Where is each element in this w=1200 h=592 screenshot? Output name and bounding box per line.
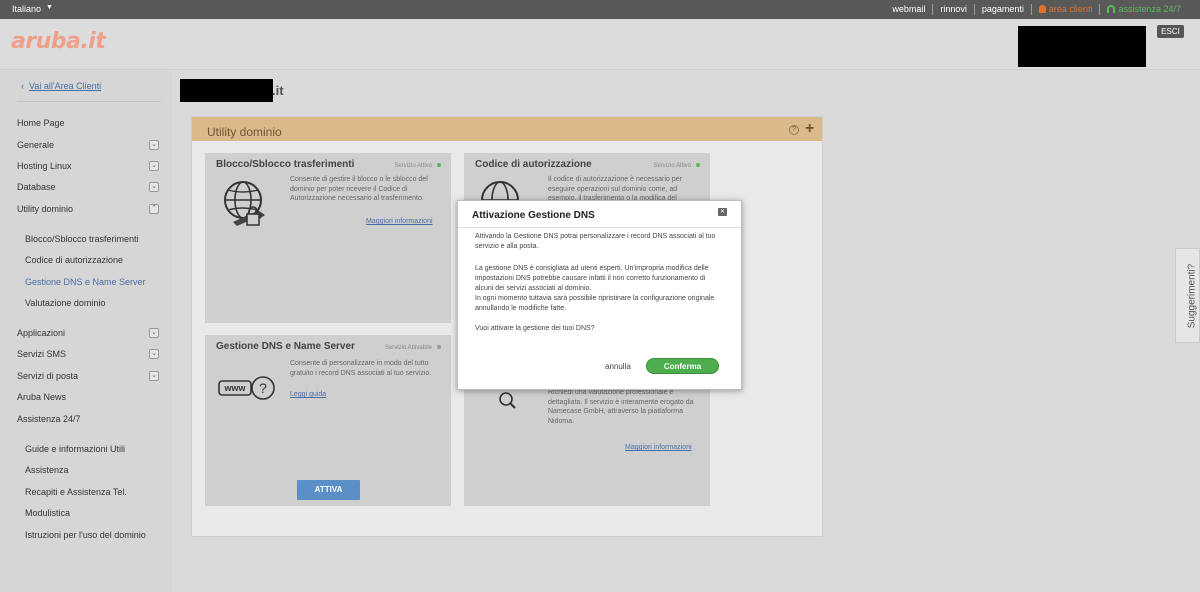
back-to-area-clienti-link[interactable]: Vai all'Area Clienti <box>29 81 101 91</box>
card-title: Gestione DNS e Name Server <box>216 341 355 352</box>
language-selector[interactable]: Italiano <box>12 4 41 14</box>
sidebar-item-applicazioni[interactable]: Applicazioni <box>17 328 65 338</box>
rinnovi-link[interactable]: rinnovi <box>933 4 975 15</box>
sidebar-subitem-codice[interactable]: Codice di autorizzazione <box>25 255 123 265</box>
status-badge: Servizio Attivo <box>653 163 700 169</box>
webmail-link[interactable]: webmail <box>885 4 934 15</box>
sidebar-subitem-assistenza[interactable]: Assistenza <box>25 465 69 475</box>
pagamenti-link[interactable]: pagamenti <box>975 4 1032 15</box>
domain-tld: .it <box>272 83 284 98</box>
maggiori-informazioni-link[interactable]: Maggiori informazioni <box>625 444 692 451</box>
card-description: Consente di gestire il blocco o le sbloc… <box>290 176 428 202</box>
chevron-down-icon[interactable]: ⌄ <box>149 140 159 150</box>
card-description: Il codice di autorizzazione è necessario… <box>548 176 682 202</box>
redacted-account-info <box>1018 26 1146 67</box>
dialog-paragraph: La gestione DNS è consigliata ad utenti … <box>475 265 709 292</box>
www-help-icon: ? www <box>218 376 275 400</box>
divider <box>17 101 161 102</box>
status-badge: Servizio Attivo <box>394 163 441 169</box>
close-icon[interactable]: ✕ <box>718 208 727 216</box>
sidebar-subitem-istruzioni[interactable]: Istruzioni per l'uso del dominio <box>25 530 146 540</box>
sidebar-subitem-modulistica[interactable]: Modulistica <box>25 508 70 518</box>
sidebar-subitem-recapiti[interactable]: Recapiti e Assistenza Tel. <box>25 487 127 497</box>
redacted-domain-name <box>180 79 273 102</box>
chevron-down-icon[interactable]: ⌄ <box>149 161 159 171</box>
top-bar: Italiano ▼ webmail rinnovi pagamenti are… <box>0 0 1200 19</box>
cancel-link[interactable]: annulla <box>605 362 631 371</box>
sidebar-item-posta[interactable]: Servizi di posta <box>17 371 78 381</box>
sidebar-subitem-guide[interactable]: Guide e informazioni Utili <box>25 444 125 454</box>
chevron-down-icon[interactable]: ⌄ <box>149 349 159 359</box>
sidebar-item-utility[interactable]: Utility dominio <box>17 204 73 214</box>
svg-text:?: ? <box>259 380 267 396</box>
sidebar-item-home[interactable]: Home Page <box>17 118 65 128</box>
sidebar-subitem-blocco[interactable]: Blocco/Sblocco trasferimenti <box>25 234 139 244</box>
dialog-paragraph: In ogni momento tuttavia sarà possibile … <box>475 295 715 312</box>
area-clienti-link[interactable]: area clienti <box>1032 4 1101 15</box>
aruba-logo[interactable]: aruba.it <box>11 29 106 54</box>
confirm-button[interactable]: Conferma <box>646 358 719 374</box>
sidebar-item-news[interactable]: Aruba News <box>17 392 66 402</box>
plus-icon[interactable]: + <box>805 120 814 138</box>
card-title: Blocco/Sblocco trasferimenti <box>216 159 355 170</box>
dialog-question: Vuoi attivare la gestione dei tuoi DNS? <box>475 325 595 332</box>
divider <box>458 227 741 228</box>
dialog-title: Attivazione Gestione DNS <box>472 210 595 221</box>
dialog-paragraph: Attivando la Gestione DNS potrai persona… <box>475 233 716 250</box>
maggiori-informazioni-link[interactable]: Maggiori informazioni <box>366 218 433 225</box>
chevron-down-icon[interactable]: ⌄ <box>149 371 159 381</box>
panel-title: Utility dominio <box>207 125 282 139</box>
sidebar-item-sms[interactable]: Servizi SMS <box>17 349 66 359</box>
header: aruba.it ESCI <box>0 19 1200 70</box>
sidebar-item-hosting[interactable]: Hosting Linux <box>17 161 72 171</box>
leggi-guida-link[interactable]: Leggi guida <box>290 391 326 398</box>
attiva-button[interactable]: ATTIVA <box>297 480 360 500</box>
assistenza-link[interactable]: assistenza 24/7 <box>1100 4 1188 15</box>
chevron-left-icon: ‹ <box>21 81 24 91</box>
headset-icon <box>1107 5 1116 13</box>
card-title: Codice di autorizzazione <box>475 159 592 170</box>
logout-button[interactable]: ESCI <box>1157 25 1184 38</box>
sidebar-item-generale[interactable]: Generale <box>17 140 54 150</box>
top-links: webmail rinnovi pagamenti area clienti a… <box>885 4 1188 15</box>
user-icon <box>1038 5 1046 13</box>
sidebar-item-assistenza[interactable]: Assistenza 24/7 <box>17 414 81 424</box>
chevron-down-icon[interactable]: ⌄ <box>149 328 159 338</box>
sidebar-item-database[interactable]: Database <box>17 182 56 192</box>
card-dns: Gestione DNS e Name Server Servizio Atti… <box>205 335 451 506</box>
card-description: Richiedi una valutazione professionale e… <box>548 389 694 425</box>
activation-dialog: Attivazione Gestione DNS ✕ Attivando la … <box>457 200 742 390</box>
card-blocco: Blocco/Sblocco trasferimenti Servizio At… <box>205 153 451 323</box>
chevron-down-icon[interactable]: ⌄ <box>149 182 159 192</box>
card-description: Consente di personalizzare in modo del t… <box>290 360 432 377</box>
sidebar-subitem-valutazione[interactable]: Valutazione dominio <box>25 298 105 308</box>
chevron-up-icon[interactable]: ⌃ <box>149 204 159 214</box>
globe-lock-icon <box>224 181 265 226</box>
www-label: www <box>223 383 246 393</box>
feedback-tab-label[interactable]: Suggerimenti? <box>1187 264 1198 328</box>
help-icon[interactable]: ? <box>789 125 799 135</box>
panel-header: Utility dominio ? + <box>192 117 822 141</box>
sidebar: ‹ Vai all'Area Clienti Home Page General… <box>0 71 172 592</box>
status-badge: Servizio Attivabile <box>385 345 441 351</box>
sidebar-subitem-dns[interactable]: Gestione DNS e Name Server <box>25 277 146 287</box>
caret-down-icon[interactable]: ▼ <box>46 4 53 11</box>
